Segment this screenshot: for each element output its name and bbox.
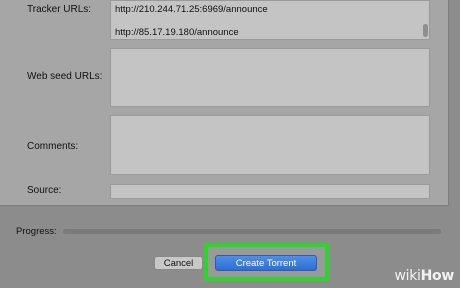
tracker-url-line: http://210.244.71.25:6969/announce [115,4,268,15]
cancel-button[interactable]: Cancel [154,256,203,270]
tracker-url-line: http://85.17.19.180/announce [115,27,239,38]
source-field[interactable] [110,184,430,199]
comments-field[interactable] [110,115,430,175]
torrent-options-panel: Tracker URLs: http://210.244.71.25:6969/… [0,0,449,206]
tracker-urls-scrollbar[interactable] [423,24,428,37]
tracker-urls-field[interactable]: http://210.244.71.25:6969/announce http:… [110,0,430,40]
create-torrent-button[interactable]: Create Torrent [215,255,317,271]
progress-label: Progress: [16,226,57,237]
watermark-prefix: wiki [394,268,421,284]
wikihow-watermark: wikiHow [394,268,454,284]
tracker-urls-label: Tracker URLs: [27,4,92,15]
progress-bar [63,229,441,234]
web-seed-urls-label: Web seed URLs: [27,71,103,82]
watermark-suffix: How [420,268,455,284]
source-label: Source: [27,185,62,196]
web-seed-urls-field[interactable] [110,48,430,107]
comments-label: Comments: [27,141,79,152]
